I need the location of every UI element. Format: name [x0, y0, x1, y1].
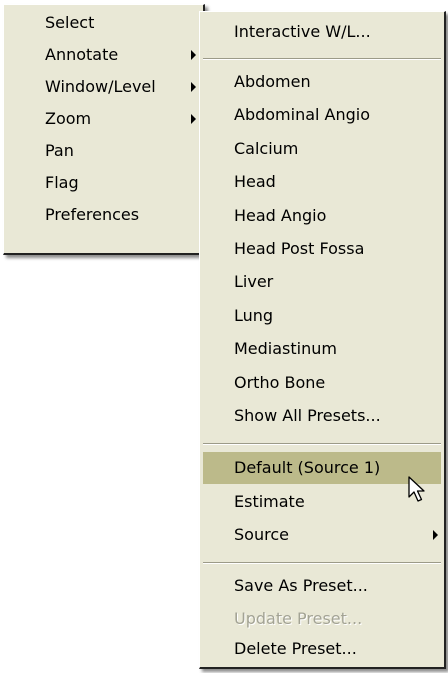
menu-item-interactive-wl[interactable]: Interactive W/L... [203, 16, 441, 48]
menu-item-label: Head Angio [234, 206, 327, 225]
menu-item-label: Source [234, 525, 289, 544]
menu-item-label: Abdomen [234, 72, 311, 91]
preset-abdominal-angio[interactable]: Abdominal Angio [203, 99, 441, 131]
preset-liver[interactable]: Liver [203, 266, 441, 298]
menu-item-label: Default (Source 1) [234, 458, 381, 477]
preset-ortho-bone[interactable]: Ortho Bone [203, 367, 441, 399]
preset-head-post-fossa[interactable]: Head Post Fossa [203, 233, 441, 265]
menu-separator [203, 58, 441, 60]
menu-item-label: Save As Preset... [234, 576, 368, 595]
menu-item-show-all-presets[interactable]: Show All Presets... [203, 400, 441, 432]
submenu-arrow-icon [191, 50, 196, 60]
menu-item-label: Pan [45, 141, 74, 160]
menu-item-label: Show All Presets... [234, 406, 381, 425]
preset-abdomen[interactable]: Abdomen [203, 66, 441, 98]
menu-item-source[interactable]: Source [203, 519, 441, 551]
preset-calcium[interactable]: Calcium [203, 133, 441, 165]
menu-item-label: Interactive W/L... [234, 22, 371, 41]
menu-item-label: Head [234, 172, 276, 191]
window-level-submenu: Interactive W/L... Abdomen Abdominal Ang… [199, 11, 446, 669]
menu-item-label: Preferences [45, 205, 140, 224]
menu-item-delete-preset[interactable]: Delete Preset... [203, 633, 441, 665]
menu-item-label: Window/Level [45, 77, 156, 96]
menu-item-zoom[interactable]: Zoom [7, 103, 200, 135]
preset-head[interactable]: Head [203, 166, 441, 198]
preset-lung[interactable]: Lung [203, 300, 441, 332]
mouse-pointer-icon [408, 476, 425, 502]
menu-separator [203, 562, 441, 564]
menu-item-label: Ortho Bone [234, 373, 326, 392]
menu-item-label: Update Preset... [234, 609, 363, 628]
menu-item-label: Lung [234, 306, 274, 325]
menu-item-label: Estimate [234, 492, 305, 511]
context-menu: Select Annotate Window/Level Zoom Pan Fl… [3, 4, 205, 255]
menu-item-default-source-1[interactable]: Default (Source 1) [203, 452, 441, 484]
menu-item-pan[interactable]: Pan [7, 135, 200, 167]
menu-item-annotate[interactable]: Annotate [7, 39, 200, 71]
menu-item-update-preset: Update Preset... [203, 603, 441, 635]
menu-item-label: Mediastinum [234, 339, 337, 358]
menu-separator [203, 443, 441, 445]
menu-item-label: Liver [234, 272, 274, 291]
menu-item-label: Select [45, 13, 95, 32]
menu-item-window-level[interactable]: Window/Level [7, 71, 200, 103]
submenu-arrow-icon [191, 82, 196, 92]
menu-item-label: Annotate [45, 45, 119, 64]
menu-item-flag[interactable]: Flag [7, 167, 200, 199]
menu-item-label: Head Post Fossa [234, 239, 365, 258]
submenu-arrow-icon [191, 114, 196, 124]
menu-item-select[interactable]: Select [7, 7, 200, 39]
preset-mediastinum[interactable]: Mediastinum [203, 333, 441, 365]
menu-item-label: Abdominal Angio [234, 105, 371, 124]
submenu-arrow-icon [433, 530, 438, 540]
menu-item-label: Flag [45, 173, 79, 192]
menu-item-label: Zoom [45, 109, 92, 128]
menu-item-preferences[interactable]: Preferences [7, 199, 200, 231]
menu-item-label: Calcium [234, 139, 299, 158]
menu-item-label: Delete Preset... [234, 639, 357, 658]
menu-item-save-as-preset[interactable]: Save As Preset... [203, 570, 441, 602]
menu-item-estimate[interactable]: Estimate [203, 486, 441, 518]
preset-head-angio[interactable]: Head Angio [203, 200, 441, 232]
